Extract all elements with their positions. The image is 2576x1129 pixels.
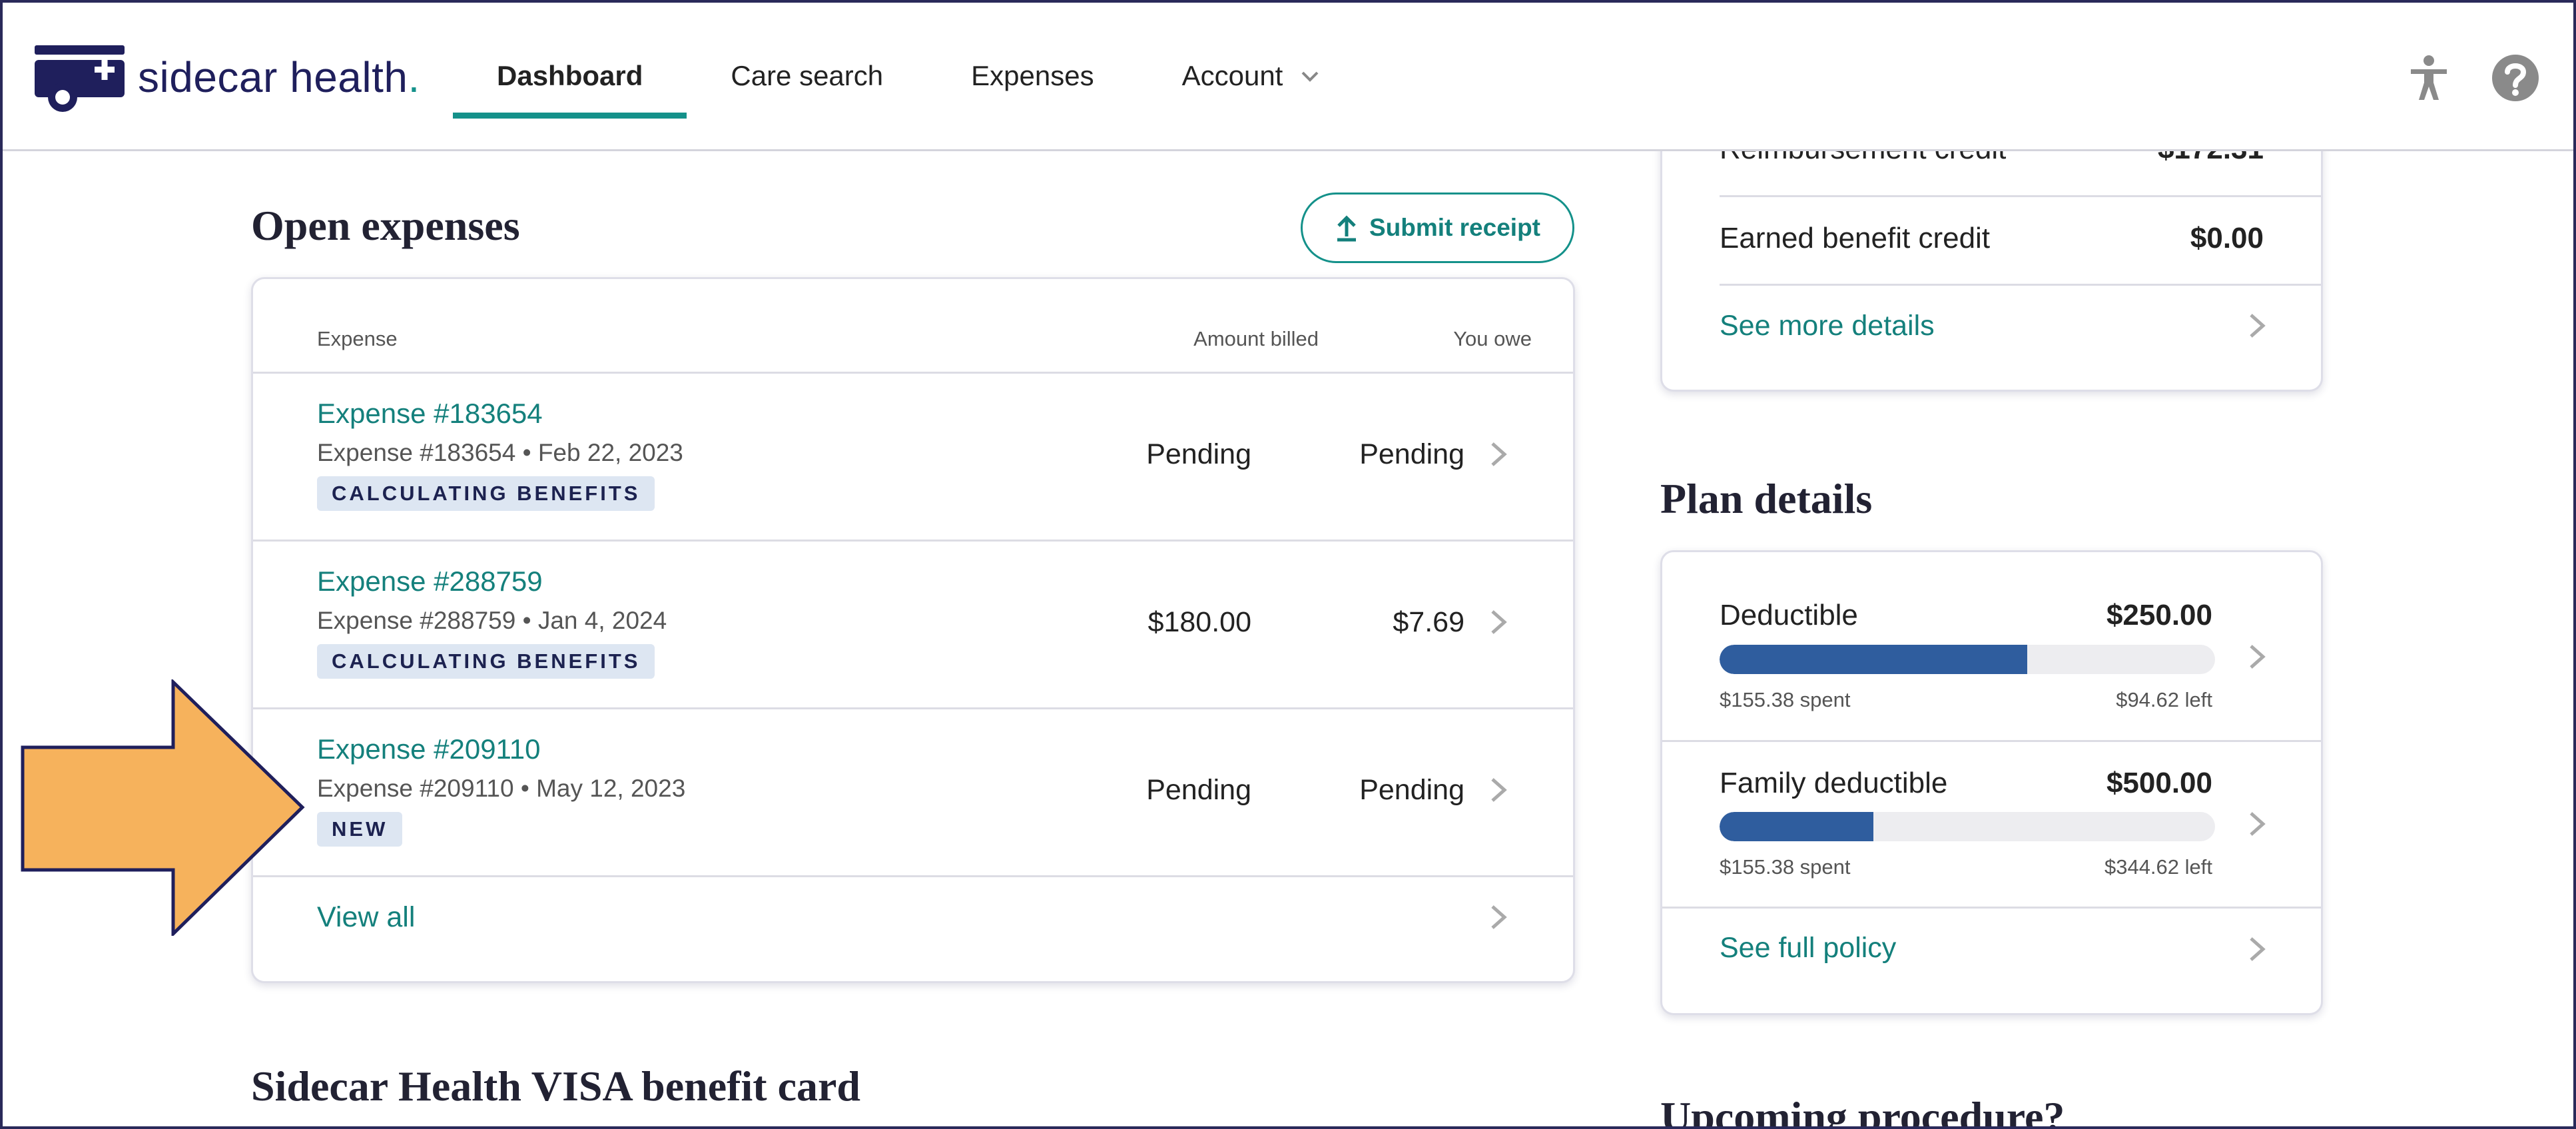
brand-dot: . [408, 53, 420, 101]
view-all-row[interactable]: View all [253, 875, 1573, 983]
upcoming-procedure-title: Upcoming procedure? [1660, 1093, 2065, 1129]
nav-account[interactable]: Account [1138, 0, 1365, 151]
amount-billed: Pending [1146, 438, 1251, 470]
deductible-left: $94.62 left [2116, 688, 2212, 711]
chevron-down-icon [1301, 71, 1319, 82]
open-expenses-title: Open expenses [251, 202, 520, 249]
deductible-item[interactable]: Deductible $250.00 $155.38 spent $94.62 … [1662, 552, 2321, 740]
deductible-progress-fill [1720, 645, 2028, 674]
chevron-right-icon [2250, 937, 2266, 961]
chevron-right-icon [1491, 905, 1507, 929]
chevron-right-icon [1491, 778, 1507, 802]
amount-billed: Pending [1146, 774, 1251, 806]
nav-account-label: Account [1181, 59, 1283, 91]
family-deductible-progress-bar [1720, 812, 2215, 841]
col-header-amount-billed: Amount billed [1193, 327, 1319, 350]
nav-care-search[interactable]: Care search [687, 0, 927, 151]
deductible-progress-bar [1720, 645, 2215, 674]
col-header-you-owe: You owe [1453, 327, 1532, 350]
see-more-details-link[interactable]: See more details [1720, 310, 1935, 342]
accessibility-icon[interactable] [2404, 53, 2453, 103]
divider [1662, 907, 2321, 909]
help-icon[interactable] [2491, 53, 2540, 103]
deductible-spent: $155.38 spent [1720, 688, 1851, 711]
you-owe: Pending [1359, 774, 1464, 806]
plan-details-title: Plan details [1660, 475, 1873, 522]
you-owe: $7.69 [1393, 606, 1464, 638]
benefit-card-title: Sidecar Health VISA benefit card [251, 1062, 860, 1110]
chevron-right-icon [2250, 812, 2266, 836]
chevron-right-icon [1491, 442, 1507, 466]
nav-expenses[interactable]: Expenses [927, 0, 1137, 151]
top-nav-bar: sidecar health. Dashboard Care search Ex… [0, 0, 2576, 151]
submit-receipt-label: Submit receipt [1369, 214, 1540, 241]
divider [1720, 284, 2321, 286]
upload-icon [1337, 215, 1356, 242]
chevron-right-icon [1491, 610, 1507, 634]
brand-name: sidecar health [138, 53, 408, 101]
divider [1720, 195, 2321, 197]
amount-billed: $180.00 [1147, 606, 1251, 638]
see-full-policy-link[interactable]: See full policy [1720, 932, 1896, 964]
status-badge: CALCULATING BENEFITS [317, 644, 655, 679]
family-deductible-value: $500.00 [2106, 767, 2212, 799]
earned-benefit-credit-value: $0.00 [2190, 222, 2264, 254]
expense-subtitle: Expense #183654 • Feb 22, 2023 [317, 439, 683, 466]
expense-link[interactable]: Expense #288759 [317, 565, 543, 597]
table-row[interactable]: Expense #288759 Expense #288759 • Jan 4,… [253, 540, 1573, 707]
view-all-link[interactable]: View all [317, 901, 415, 934]
family-deductible-item[interactable]: Family deductible $500.00 $155.38 spent … [1662, 740, 2321, 907]
table-row[interactable]: Expense #183654 Expense #183654 • Feb 22… [253, 372, 1573, 540]
open-expenses-card: Expense Amount billed You owe Expense #1… [251, 277, 1575, 983]
status-badge: NEW [317, 812, 403, 847]
chevron-right-icon [2250, 314, 2266, 338]
earned-benefit-credit-label: Earned benefit credit [1720, 222, 1991, 254]
deductible-value: $250.00 [2106, 599, 2212, 631]
expense-subtitle: Expense #209110 • May 12, 2023 [317, 775, 686, 802]
submit-receipt-button[interactable]: Submit receipt [1301, 192, 1574, 263]
expense-link[interactable]: Expense #209110 [317, 733, 541, 765]
you-owe: Pending [1359, 438, 1464, 470]
table-row[interactable]: Expense #209110 Expense #209110 • May 12… [253, 707, 1573, 875]
expense-link[interactable]: Expense #183654 [317, 398, 543, 430]
main-nav: Dashboard Care search Expenses Account [453, 0, 1364, 151]
status-badge: CALCULATING BENEFITS [317, 476, 655, 511]
family-deductible-progress-fill [1720, 812, 1874, 841]
nav-dashboard[interactable]: Dashboard [453, 0, 687, 151]
expense-subtitle: Expense #288759 • Jan 4, 2024 [317, 607, 667, 634]
family-deductible-left: $344.62 left [2104, 855, 2212, 879]
family-deductible-spent: $155.38 spent [1720, 855, 1851, 879]
logo-mark-icon [35, 45, 125, 112]
sidecar-health-logo[interactable]: sidecar health. [35, 41, 420, 113]
plan-details-card: Deductible $250.00 $155.38 spent $94.62 … [1660, 550, 2323, 1015]
col-header-expense: Expense [317, 327, 398, 350]
deductible-label: Deductible [1720, 599, 1858, 631]
chevron-right-icon [2250, 645, 2266, 669]
family-deductible-label: Family deductible [1720, 767, 1948, 799]
annotation-arrow-icon [21, 679, 305, 936]
